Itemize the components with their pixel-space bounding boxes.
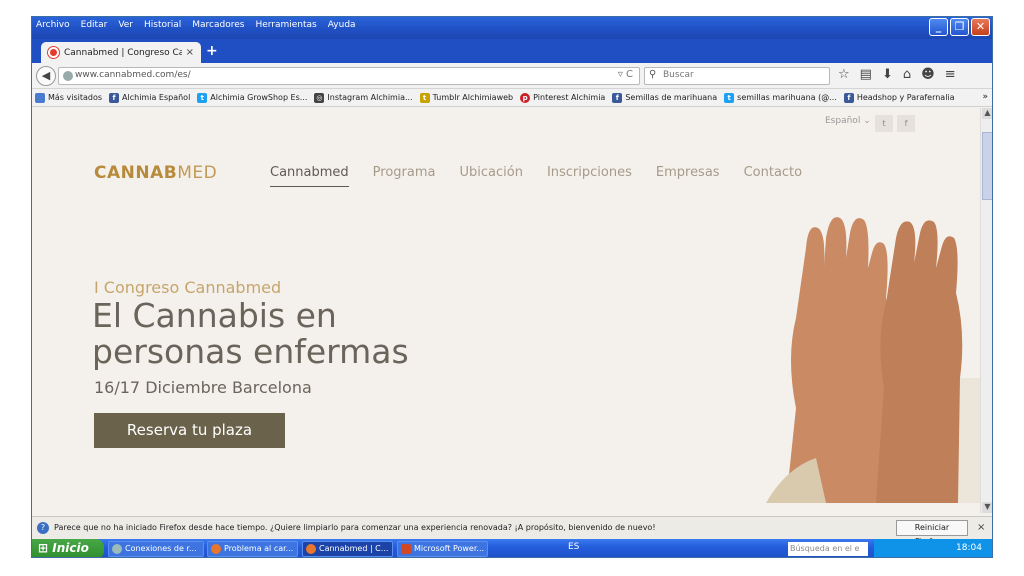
facebook-icon: f (109, 92, 120, 103)
firefox-icon (306, 544, 316, 554)
twitter-icon[interactable]: t (875, 115, 893, 132)
new-tab-button[interactable]: + (206, 43, 218, 59)
facebook-icon: f (843, 92, 854, 103)
scroll-thumb[interactable] (982, 132, 992, 200)
taskbar-item[interactable]: Microsoft Power... (397, 541, 488, 557)
instagram-icon: ◎ (314, 92, 325, 103)
taskbar-search-input[interactable]: Búsqueda en el e (788, 542, 868, 556)
twitter-icon: t (197, 92, 208, 103)
taskbar-item[interactable]: Cannabmed | C... (302, 541, 393, 557)
menu-historial[interactable]: Historial (144, 20, 181, 30)
clock[interactable]: 18:04 (956, 543, 982, 553)
minimize-button[interactable]: _ (929, 18, 948, 36)
search-input[interactable]: ⚲ Buscar (644, 67, 830, 85)
globe-icon (63, 71, 73, 81)
bookmark-item[interactable]: p Pinterest Alchimia (520, 92, 605, 103)
language-indicator[interactable]: ES (568, 542, 579, 552)
network-icon (112, 544, 122, 554)
notification-close-icon[interactable]: × (977, 522, 985, 533)
cannabmed-favicon-icon (48, 47, 59, 58)
back-button[interactable]: ◀ (36, 66, 56, 86)
site-logo[interactable]: CANNABMED (94, 163, 217, 183)
web-page: Español ⌄ t f CANNABMED Cannabmed Progra… (32, 108, 980, 503)
scroll-up-icon[interactable]: ▲ (982, 108, 992, 119)
bookmark-item[interactable]: f Alchimia Español (109, 92, 190, 103)
language-selector[interactable]: Español ⌄ (825, 116, 871, 126)
bookmarks-toolbar: Más visitados f Alchimia Español t Alchimi… (32, 89, 992, 107)
bookmark-item[interactable]: Más visitados (35, 92, 102, 103)
nav-empresas[interactable]: Empresas (656, 165, 720, 187)
restore-button[interactable]: ❐ (950, 18, 969, 36)
nav-ubicacion[interactable]: Ubicación (459, 165, 522, 187)
bookmark-item[interactable]: t semillas marihuana (@... (724, 92, 837, 103)
system-tray: 18:04 (874, 539, 992, 557)
reload-icon[interactable]: ▿ C (618, 69, 633, 80)
search-placeholder: Buscar (663, 70, 694, 80)
url-text: www.cannabmed.com/es/ (75, 70, 191, 80)
menu-herramientas[interactable]: Herramientas (255, 20, 316, 30)
bookmarks-menu-icon[interactable]: ▤ (860, 67, 872, 82)
firefox-window: Archivo Editar Ver Historial Marcadores … (31, 16, 993, 558)
hero-kicker: I Congreso Cannabmed (94, 278, 282, 297)
powerpoint-icon (401, 544, 411, 554)
nav-programa[interactable]: Programa (373, 165, 436, 187)
hero-title: El Cannabis en personas enfermas (92, 296, 409, 371)
nav-contacto[interactable]: Contacto (744, 165, 803, 187)
bookmark-item[interactable]: f Headshop y Parafernalia (843, 92, 955, 103)
url-input[interactable]: www.cannabmed.com/es/ ▿ C (58, 67, 640, 85)
firefox-icon (211, 544, 221, 554)
tab-strip: Cannabmed | Congreso Can... × + (32, 39, 992, 63)
facebook-icon: f (612, 92, 623, 103)
close-window-button[interactable]: ✕ (971, 18, 990, 36)
nav-inscripciones[interactable]: Inscripciones (547, 165, 632, 187)
menu-editar[interactable]: Editar (81, 20, 108, 30)
scroll-down-icon[interactable]: ▼ (982, 502, 992, 513)
menu-ver[interactable]: Ver (118, 20, 133, 30)
bookmark-item[interactable]: f Semillas de marihuana (612, 92, 717, 103)
tab-cannabmed[interactable]: Cannabmed | Congreso Can... × (41, 42, 201, 63)
tab-title: Cannabmed | Congreso Can... (64, 47, 182, 58)
menu-archivo[interactable]: Archivo (36, 20, 70, 30)
nav-cannabmed[interactable]: Cannabmed (270, 165, 349, 187)
notification-text: Parece que no ha iniciado Firefox desde … (54, 523, 656, 532)
menu-bar: Archivo Editar Ver Historial Marcadores … (32, 17, 992, 39)
reserve-button[interactable]: Reserva tu plaza (94, 413, 285, 448)
site-nav: Cannabmed Programa Ubicación Inscripcion… (270, 165, 802, 187)
pinterest-icon: p (520, 92, 531, 103)
twitter-icon: t (724, 92, 735, 103)
bookmark-item[interactable]: t Tumblr Alchimiaweb (419, 92, 513, 103)
folder-icon (35, 92, 45, 103)
notification-bar: ? Parece que no ha iniciado Firefox desd… (32, 516, 992, 546)
facebook-icon[interactable]: f (897, 115, 915, 132)
hero-hands-image (766, 217, 980, 503)
tab-close-icon[interactable]: × (186, 47, 194, 58)
taskbar-item[interactable]: Problema al car... (207, 541, 298, 557)
chat-icon[interactable]: ☻ (921, 67, 935, 82)
hero-date: 16/17 Diciembre Barcelona (94, 378, 312, 397)
start-button[interactable]: ⊞ Inicio (32, 539, 104, 557)
tumblr-icon: t (419, 92, 430, 103)
menu-marcadores[interactable]: Marcadores (192, 20, 244, 30)
menu-ayuda[interactable]: Ayuda (328, 20, 356, 30)
taskbar-item[interactable]: Conexiones de r... (108, 541, 204, 557)
bookmark-item[interactable]: ◎ Instagram Alchimia... (314, 92, 413, 103)
vertical-scrollbar[interactable]: ▲ ▼ (980, 108, 992, 513)
search-icon: ⚲ (649, 69, 657, 80)
navigation-bar: ◀ www.cannabmed.com/es/ ▿ C ⚲ Buscar ☆ ▤… (32, 63, 992, 89)
download-icon[interactable]: ⬇ (882, 67, 893, 82)
bookmarks-overflow-icon[interactable]: » (982, 92, 988, 102)
hamburger-menu-icon[interactable]: ≡ (945, 67, 956, 82)
info-icon: ? (37, 522, 49, 534)
bookmark-item[interactable]: t Alchimia GrowShop Es... (197, 92, 307, 103)
taskbar: ⊞ Inicio Conexiones de r... Problema al … (32, 539, 992, 557)
bookmark-star-icon[interactable]: ☆ (838, 67, 850, 82)
home-icon[interactable]: ⌂ (903, 67, 911, 82)
reset-firefox-button[interactable]: Reiniciar Firefox... (896, 520, 968, 546)
